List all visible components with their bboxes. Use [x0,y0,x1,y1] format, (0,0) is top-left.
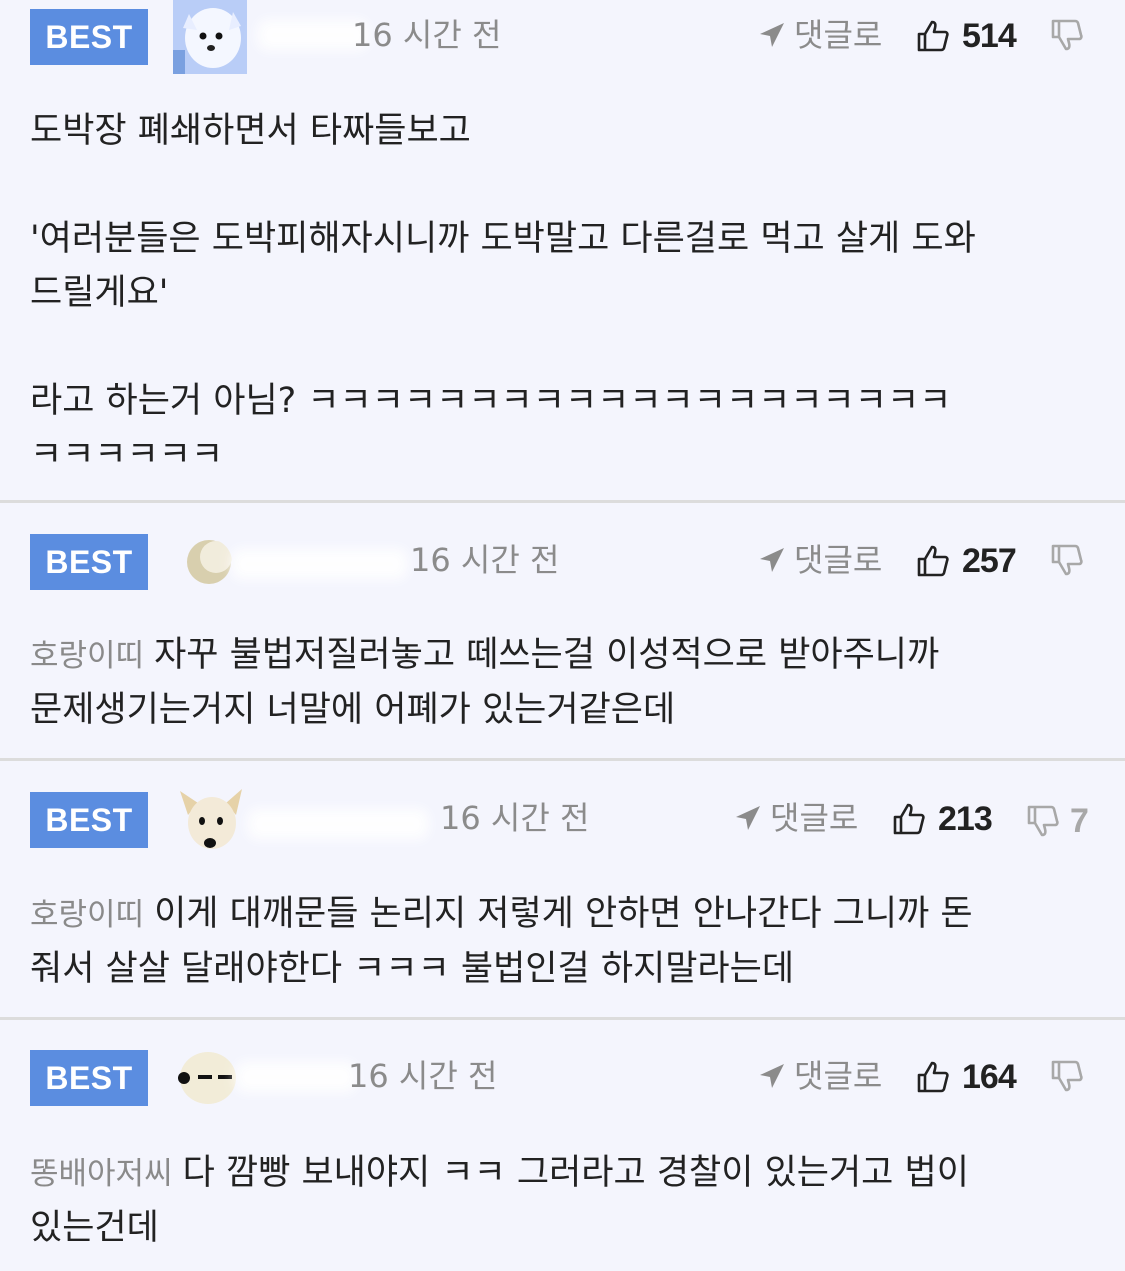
best-badge: BEST [30,534,148,590]
avatar[interactable] [186,539,232,585]
comment-item: BEST 16 시간 전 댓글로 213 7 호랑이띠 이게 대깨문들 논리지 저… [0,761,1125,1020]
best-badge: BEST [30,792,148,848]
comment-line [30,320,1095,374]
comment-body: 도박장 폐쇄하면서 타짜들보고 '여러분들은 도박피해자시니까 도박말고 다른걸… [30,104,1095,482]
reply-button[interactable]: 댓글로 [758,1056,882,1096]
reply-button[interactable]: 댓글로 [734,798,858,838]
avatar[interactable] [176,1048,240,1108]
comment-body: 호랑이띠 이게 대깨문들 논리지 저렇게 안하면 안나간다 그니까 돈 줘서 살살… [30,887,1095,996]
dislike-button[interactable] [1050,18,1094,52]
comment-text: 다 깜빵 보내야지 ㅋㅋ 그러라고 경찰이 있는거고 법이 [182,1153,969,1193]
comment-line: 줘서 살살 달래야한다 ㅋㅋㅋ 불법인걸 하지말라는데 [30,949,795,989]
thumbs-up-icon [917,545,949,577]
dislike-count: 7 [1070,802,1089,840]
best-badge: BEST [30,1050,148,1106]
comment-line: 문제생기는거지 너말에 어폐가 있는거같은데 [30,690,676,730]
like-count: 257 [962,542,1017,580]
dislike-button[interactable] [1050,543,1094,577]
reply-button[interactable]: 댓글로 [758,15,882,55]
reply-button[interactable]: 댓글로 [758,540,882,580]
mention-tag[interactable]: 호랑이띠 [30,897,144,933]
thumbs-up-icon [917,20,949,52]
comment-line: 호랑이띠 이게 대깨문들 논리지 저렇게 안하면 안나간다 그니까 돈 [30,887,1095,942]
mention-tag[interactable]: 호랑이띠 [30,638,144,674]
like-count: 164 [962,1058,1017,1096]
like-count: 213 [938,800,993,838]
nickname-redacted [232,549,407,579]
comment-body: 똥배아저씨 다 깜빵 보내야지 ㅋㅋ 그러라고 경찰이 있는거고 법이 있는건데 [30,1146,1095,1255]
comment-time: 16 시간 전 [440,799,590,837]
thumbs-up-icon [917,1061,949,1093]
avatar[interactable] [176,785,248,857]
reply-label: 댓글로 [794,16,883,54]
mention-tag[interactable]: 똥배아저씨 [30,1156,173,1192]
arrow-reply-icon [736,806,760,830]
nickname-redacted [236,1062,356,1092]
dislike-button[interactable]: 7 [1026,801,1089,841]
arrow-reply-icon [760,1064,784,1088]
like-button[interactable]: 257 [916,541,1017,581]
comment-item: BEST 16 시간 전 댓글로 257 호랑이띠 자꾸 불법저질러놓고 떼쓰는걸… [0,503,1125,761]
comment-time: 16 시간 전 [348,1057,498,1095]
like-button[interactable]: 514 [916,16,1017,56]
nickname-redacted [248,809,428,839]
comment-line: 있는건데 [30,1208,159,1248]
comment-line: 드릴게요' [30,273,169,313]
comment-time: 16 시간 전 [352,16,502,54]
thumbs-down-icon [1051,19,1083,51]
thumbs-down-icon [1051,544,1083,576]
thumbs-down-icon [1027,805,1059,837]
avatar[interactable] [173,0,247,74]
comment-line: 도박장 폐쇄하면서 타짜들보고 [30,111,471,151]
arrow-reply-icon [760,23,784,47]
comment-item: BEST 16 시간 전 댓글로 164 똥배아저씨 다 깜빵 보내야지 ㅋㅋ 그… [0,1020,1125,1271]
thumbs-down-icon [1051,1060,1083,1092]
comment-line: ㅋㅋㅋㅋㅋㅋ [30,435,224,475]
comment-line: '여러분들은 도박피해자시니까 도박말고 다른걸로 먹고 살게 도와 [30,219,976,259]
comment-body: 호랑이띠 자꾸 불법저질러놓고 떼쓰는걸 이성적으로 받아주니까 문제생기는거지 … [30,628,1095,737]
comment-line: 라고 하는거 아님? ㅋㅋㅋㅋㅋㅋㅋㅋㅋㅋㅋㅋㅋㅋㅋㅋㅋㅋㅋㅋ [30,381,952,421]
comment-item: BEST 16 시간 전 댓글로 514 도박장 폐쇄하면서 타짜들보고 '여러… [0,0,1125,503]
thumbs-up-icon [893,803,925,835]
arrow-reply-icon [760,548,784,572]
dislike-button[interactable] [1050,1059,1094,1093]
like-count: 514 [962,17,1017,55]
comment-line: 호랑이띠 자꾸 불법저질러놓고 떼쓰는걸 이성적으로 받아주니까 [30,628,1095,683]
reply-label: 댓글로 [794,541,883,579]
comment-line: 똥배아저씨 다 깜빵 보내야지 ㅋㅋ 그러라고 경찰이 있는거고 법이 [30,1146,1095,1201]
comment-time: 16 시간 전 [410,541,560,579]
comment-text: 자꾸 불법저질러놓고 떼쓰는걸 이성적으로 받아주니까 [154,635,940,675]
comment-line [30,158,1095,212]
like-button[interactable]: 164 [916,1057,1017,1097]
reply-label: 댓글로 [770,799,859,837]
comment-text: 이게 대깨문들 논리지 저렇게 안하면 안나간다 그니까 돈 [154,894,973,934]
reply-label: 댓글로 [794,1057,883,1095]
like-button[interactable]: 213 [892,799,993,839]
best-badge: BEST [30,9,148,65]
